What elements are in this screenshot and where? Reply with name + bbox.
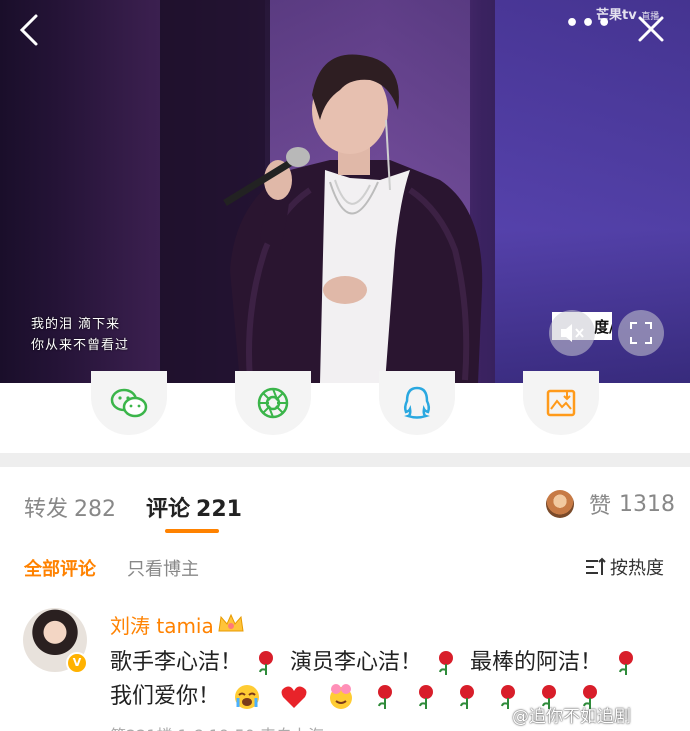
active-tab-indicator (165, 529, 219, 533)
comment-text-line1: 歌手李心洁！ 演员李心洁！ 最棒的阿洁！ (110, 644, 643, 676)
tab-repost-count: 282 (74, 497, 117, 522)
wechat-icon (110, 388, 148, 418)
comment-meta: 第221楼 1-8 19:50 来自上海 (110, 722, 324, 731)
liker-avatar (546, 490, 574, 518)
video-subtitle-line1: 我的泪 滴下来 (31, 317, 121, 332)
crown-icon (218, 613, 244, 632)
heart-icon (281, 686, 307, 708)
tab-like-count: 1318 (619, 491, 676, 517)
watermark: @追你不如追剧 (512, 707, 631, 727)
comment-text-part: 演员李心洁！ (290, 650, 423, 675)
share-row (0, 371, 690, 453)
flower-face-icon (330, 684, 353, 709)
back-button[interactable] (14, 12, 46, 48)
save-image-icon (546, 389, 576, 417)
comment-author[interactable]: 刘涛 tamia (110, 610, 214, 639)
tab-comment-count: 221 (196, 497, 242, 522)
share-moments-button[interactable] (235, 371, 311, 435)
tab-repost-label: 转发 (24, 497, 69, 522)
close-button[interactable] (634, 12, 668, 46)
crying-face-icon (235, 685, 260, 709)
rose-icon (619, 651, 634, 675)
more-icon: ••• (565, 11, 614, 36)
mute-button[interactable] (549, 310, 595, 356)
filter-all-comments[interactable]: 全部评论 (24, 555, 96, 581)
rose-icon (439, 651, 454, 675)
comment-text-part: 我们爱你！ (110, 684, 221, 709)
speaker-mute-icon (561, 324, 584, 342)
comment-text-part: 最棒的阿洁！ (470, 650, 603, 675)
tab-repost[interactable]: 转发 282 (24, 491, 116, 523)
rose-icon (460, 685, 475, 709)
video-player[interactable]: 芒果tv 直播 ••• 我的泪 滴下来 你从来不曾看过 度/ (0, 0, 690, 383)
filter-owner-only[interactable]: 只看博主 (127, 555, 199, 581)
sort-label: 按热度 (610, 558, 664, 579)
share-wechat-button[interactable] (91, 371, 167, 435)
rose-icon (259, 651, 274, 675)
fullscreen-icon (630, 322, 652, 344)
more-button[interactable]: ••• (565, 13, 611, 42)
verified-badge: V (66, 652, 88, 674)
tab-comment-label: 评论 (146, 497, 191, 522)
rose-icon (378, 685, 393, 709)
video-subtitle-line2: 你从来不曾看过 (31, 338, 130, 353)
fullscreen-button[interactable] (618, 310, 664, 356)
share-qq-button[interactable] (379, 371, 455, 435)
tab-comment[interactable]: 评论 221 (146, 491, 242, 523)
rose-icon (419, 685, 434, 709)
qq-icon (403, 386, 431, 419)
singer-figure (223, 54, 483, 383)
comment-filter-row: 全部评论 只看博主 按热度 (0, 545, 690, 589)
interaction-tabs: 转发 282 评论 221 赞 1318 (0, 467, 690, 539)
sort-button[interactable]: 按热度 (584, 554, 664, 580)
section-divider (0, 453, 690, 467)
tab-like-label: 赞 (589, 494, 612, 519)
save-image-button[interactable] (523, 371, 599, 435)
close-icon (638, 16, 664, 42)
moments-icon (257, 387, 289, 419)
chevron-left-icon (19, 14, 38, 46)
comment-text-part: 歌手李心洁！ (110, 650, 243, 675)
sort-icon (586, 557, 606, 575)
tab-like[interactable]: 赞 1318 (546, 489, 675, 519)
